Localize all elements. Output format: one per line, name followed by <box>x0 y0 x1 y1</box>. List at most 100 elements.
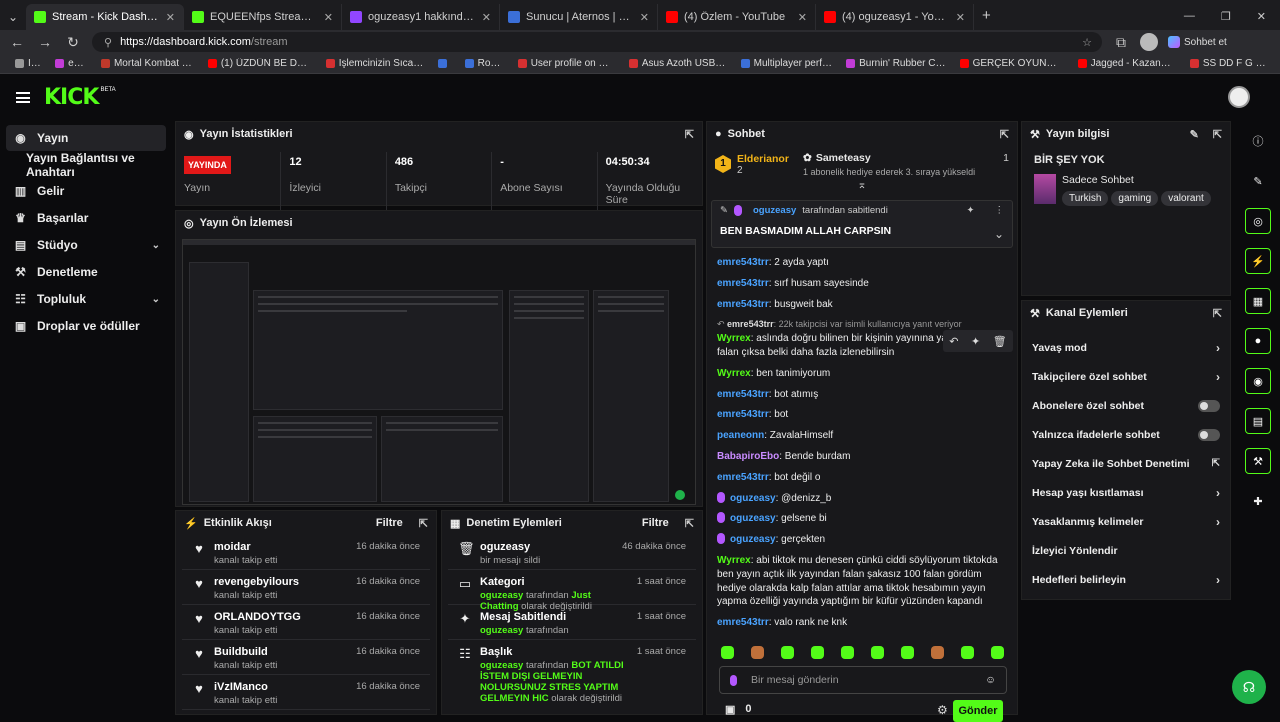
chat-username[interactable]: oguzeasy <box>730 513 776 524</box>
chat-username[interactable]: BabapiroEbo <box>717 451 779 462</box>
stream-tag[interactable]: gaming <box>1111 191 1159 206</box>
browser-tab[interactable]: (4) Özlem - YouTube ✕ <box>658 4 816 30</box>
pin-icon[interactable]: ✦ <box>971 335 980 348</box>
chat-icon[interactable]: ● <box>1245 328 1271 354</box>
extensions-icon[interactable]: ⧉ <box>1112 34 1130 51</box>
more-icon[interactable]: ⋮ <box>995 205 1005 216</box>
sidebar-item-basarilar[interactable]: ♛ Başarılar <box>0 205 172 231</box>
stream-tag[interactable]: valorant <box>1161 191 1211 206</box>
popout-icon[interactable]: ⇱ <box>685 517 694 530</box>
mod-action-user[interactable]: oguzeasy <box>480 590 523 601</box>
chat-username[interactable]: emre543trr <box>717 409 769 420</box>
sidebar-item-studyo[interactable]: ▤ Stüdyo ⌄ <box>0 232 172 258</box>
bookmark-item[interactable]: İFF <box>8 58 48 69</box>
kick-logo[interactable]: KICK <box>44 85 99 110</box>
bookmark-item[interactable]: GERÇEK OYUNU K... <box>953 58 1071 69</box>
user-avatar[interactable] <box>1228 86 1250 108</box>
maximize-button[interactable]: ❐ <box>1221 10 1231 23</box>
mod-action-user[interactable]: oguzeasy <box>480 660 523 671</box>
forward-icon[interactable]: → <box>36 34 54 50</box>
chat-username[interactable]: emre543trr <box>717 389 769 400</box>
popout-icon[interactable]: ⇱ <box>1000 128 1009 141</box>
channel-action-row[interactable]: İzleyici Yönlendir <box>1022 536 1230 565</box>
close-tab-icon[interactable]: ✕ <box>166 11 175 24</box>
emote-icon[interactable] <box>841 646 854 659</box>
popout-icon[interactable]: ⇱ <box>685 128 694 141</box>
stream-preview-video[interactable] <box>182 239 696 505</box>
toggle-switch[interactable] <box>1198 428 1220 441</box>
bookmark-item[interactable]: Burnin' Rubber Cra... <box>839 58 953 69</box>
preview-icon[interactable]: ◎ <box>1245 208 1271 234</box>
favorite-icon[interactable]: ☆ <box>1082 36 1092 49</box>
close-tab-icon[interactable]: ✕ <box>956 11 965 24</box>
bookmark-item[interactable]: SS DD F G GN... <box>1183 58 1280 69</box>
popout-icon[interactable]: ⇱ <box>1213 307 1222 320</box>
emote-icon[interactable] <box>751 646 764 659</box>
emote-icon[interactable] <box>781 646 794 659</box>
help-icon[interactable]: ☊ <box>1232 670 1266 704</box>
chat-username[interactable]: Wyrrex <box>717 333 751 344</box>
filter-button[interactable]: Filtre <box>376 517 403 529</box>
close-tab-icon[interactable]: ✕ <box>482 11 491 24</box>
trash-icon[interactable]: 🗑 <box>993 335 1007 348</box>
mod-action-user[interactable]: oguzeasy <box>480 625 523 636</box>
unpin-icon[interactable]: ✦ <box>967 205 975 216</box>
filter-button[interactable]: Filtre <box>642 517 669 529</box>
browser-tab[interactable]: EQUEENfps Stream - Watch L ✕ <box>184 4 342 30</box>
document-icon[interactable]: ▦ <box>1245 288 1271 314</box>
reply-icon[interactable]: ↶ <box>949 335 958 348</box>
collapse-icon[interactable]: ⌅ <box>707 180 1017 192</box>
emote-icon[interactable] <box>931 646 944 659</box>
feed-user[interactable]: moidar <box>214 541 348 553</box>
gift-counter[interactable]: ▣ 0 <box>725 703 752 716</box>
bookmark-item[interactable]: eyes <box>48 58 94 69</box>
edit-icon[interactable]: ✎ <box>1245 168 1271 194</box>
chevron-down-icon[interactable]: ⌄ <box>994 227 1004 241</box>
popout-icon[interactable]: ⇱ <box>1213 128 1222 141</box>
channel-action-row[interactable]: Yavaş mod › <box>1022 333 1230 362</box>
chat-username[interactable]: Wyrrex <box>717 368 751 379</box>
close-window-button[interactable]: ✕ <box>1257 10 1266 23</box>
tab-list-icon[interactable]: ⌄ <box>0 4 26 30</box>
menu-icon[interactable] <box>16 91 30 103</box>
bookmark-item[interactable]: Robux <box>458 58 511 69</box>
emote-icon[interactable] <box>721 646 734 659</box>
sidebar-item-topluluk[interactable]: ☷ Topluluk ⌄ <box>0 286 172 312</box>
bookmark-item[interactable]: İşlemcinizin Sıcaklı... <box>319 58 432 69</box>
close-tab-icon[interactable]: ✕ <box>640 11 649 24</box>
channel-action-row[interactable]: Yapay Zeka ile Sohbet Denetimi ⇱ <box>1022 449 1230 478</box>
bookmark-item[interactable]: Mortal Kombat 11... <box>94 58 201 69</box>
close-tab-icon[interactable]: ✕ <box>798 11 807 24</box>
reload-icon[interactable]: ↻ <box>64 34 82 51</box>
chat-username[interactable]: emre543trr <box>717 617 769 628</box>
channel-action-row[interactable]: Abonelere özel sohbet <box>1022 391 1230 420</box>
chat-username[interactable]: oguzeasy <box>730 493 776 504</box>
chat-username[interactable]: emre543trr <box>717 257 769 268</box>
feed-user[interactable]: iVzIManco <box>214 681 348 693</box>
sidebar-item-gelir[interactable]: ▥ Gelir <box>0 178 172 204</box>
copilot-button[interactable]: Sohbet et <box>1168 36 1227 48</box>
emote-icon[interactable] <box>901 646 914 659</box>
add-widget-icon[interactable]: ✚ <box>1245 488 1271 514</box>
sidebar-item-stream-key[interactable]: Yayın Bağlantısı ve Anahtarı <box>0 151 172 179</box>
sidebar-item-denetleme[interactable]: ⚒ Denetleme <box>0 259 172 285</box>
settings-icon[interactable]: ⚙ <box>937 703 948 717</box>
emote-icon[interactable] <box>871 646 884 659</box>
channel-action-row[interactable]: Hedefleri belirleyin › <box>1022 565 1230 594</box>
bookmark-item[interactable] <box>431 59 457 68</box>
back-icon[interactable]: ← <box>8 34 26 50</box>
browser-tab[interactable]: Sunucu | Aternos | Ücretsiz Minecr ✕ <box>500 4 658 30</box>
bolt-icon[interactable]: ⚡ <box>1245 248 1271 274</box>
bookmark-item[interactable]: (1) ÜZDÜN BE DED... <box>201 58 319 69</box>
chat-username[interactable]: emre543trr <box>717 472 769 483</box>
bookmark-item[interactable]: Asus Azoth USB D... <box>622 58 734 69</box>
channel-action-row[interactable]: Hesap yaşı kısıtlaması › <box>1022 478 1230 507</box>
edit-icon[interactable]: ✎ <box>1190 128 1199 141</box>
channel-action-row[interactable]: Takipçilere özel sohbet › <box>1022 362 1230 391</box>
emote-icon[interactable] <box>961 646 974 659</box>
chat-username[interactable]: Wyrrex <box>717 555 751 566</box>
emote-icon[interactable] <box>991 646 1004 659</box>
send-button[interactable]: Gönder <box>953 700 1003 722</box>
broadcast-icon[interactable]: ◉ <box>1245 368 1271 394</box>
profile-avatar[interactable] <box>1140 33 1158 51</box>
